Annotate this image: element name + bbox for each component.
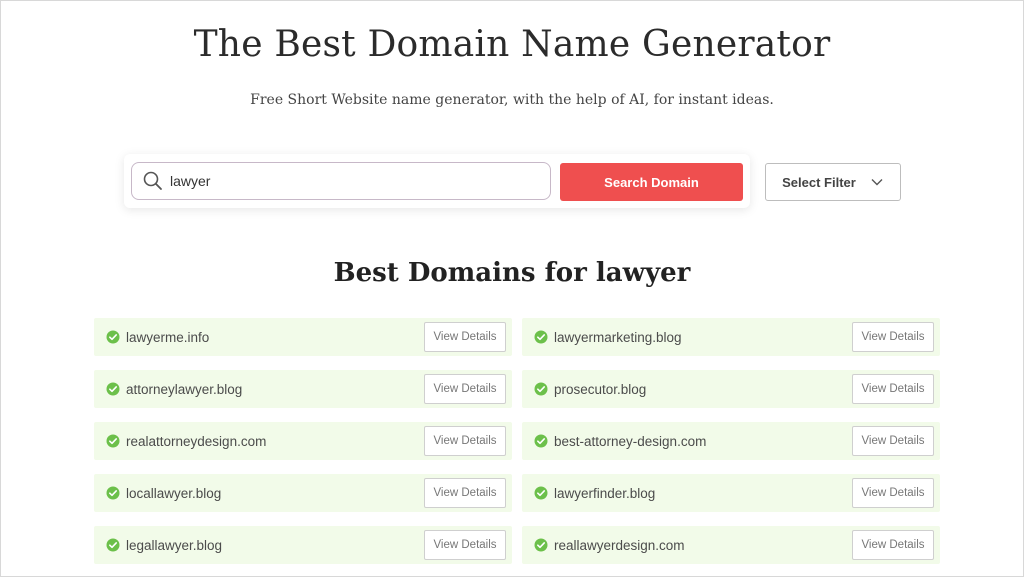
domain-name[interactable]: locallawyer.blog: [126, 486, 424, 501]
check-circle-icon: [106, 538, 120, 552]
check-circle-icon: [534, 382, 548, 396]
view-details-button[interactable]: View Details: [852, 322, 934, 352]
check-circle-icon: [534, 538, 548, 552]
domain-name[interactable]: lawyermarketing.blog: [554, 330, 852, 345]
domain-result-row: locallawyer.blog View Details: [94, 474, 512, 512]
domain-result-row: lawyerfinder.blog View Details: [522, 474, 940, 512]
check-circle-icon: [106, 486, 120, 500]
search-input[interactable]: [170, 173, 530, 189]
page-subtitle: Free Short Website name generator, with …: [250, 92, 774, 108]
chevron-down-icon: [871, 179, 883, 186]
search-icon: [143, 171, 162, 190]
results-heading: Best Domains for lawyer: [0, 258, 1024, 288]
domain-result-row: reallawyerdesign.com View Details: [522, 526, 940, 564]
search-card: Search Domain: [124, 154, 750, 208]
domain-result-row: lawyermarketing.blog View Details: [522, 318, 940, 356]
domain-name[interactable]: realattorneydesign.com: [126, 434, 424, 449]
select-filter-label: Select Filter: [782, 174, 856, 190]
domain-name[interactable]: lawyerme.info: [126, 330, 424, 345]
view-details-button[interactable]: View Details: [852, 426, 934, 456]
check-circle-icon: [106, 382, 120, 396]
results-heading-prefix: Best Domains for: [333, 258, 587, 288]
page-title: The Best Domain Name Generator: [193, 24, 831, 65]
view-details-button[interactable]: View Details: [852, 374, 934, 404]
domain-name[interactable]: prosecutor.blog: [554, 382, 852, 397]
domain-name[interactable]: lawyerfinder.blog: [554, 486, 852, 501]
search-box[interactable]: [131, 162, 551, 200]
check-circle-icon: [534, 486, 548, 500]
domain-result-row: best-attorney-design.com View Details: [522, 422, 940, 460]
search-domain-button[interactable]: Search Domain: [560, 163, 743, 201]
domain-result-row: lawyerme.info View Details: [94, 318, 512, 356]
check-circle-icon: [534, 330, 548, 344]
view-details-button[interactable]: View Details: [424, 322, 506, 352]
check-circle-icon: [534, 434, 548, 448]
domain-result-row: attorneylawyer.blog View Details: [94, 370, 512, 408]
view-details-button[interactable]: View Details: [424, 374, 506, 404]
domain-result-row: legallawyer.blog View Details: [94, 526, 512, 564]
results-keyword: lawyer: [595, 258, 691, 288]
domain-name[interactable]: legallawyer.blog: [126, 538, 424, 553]
check-circle-icon: [106, 434, 120, 448]
view-details-button[interactable]: View Details: [424, 478, 506, 508]
domain-result-row: realattorneydesign.com View Details: [94, 422, 512, 460]
select-filter-dropdown[interactable]: Select Filter: [765, 163, 901, 201]
view-details-button[interactable]: View Details: [424, 426, 506, 456]
domain-name[interactable]: best-attorney-design.com: [554, 434, 852, 449]
domain-name[interactable]: attorneylawyer.blog: [126, 382, 424, 397]
view-details-button[interactable]: View Details: [852, 530, 934, 560]
domain-name[interactable]: reallawyerdesign.com: [554, 538, 852, 553]
domain-result-row: prosecutor.blog View Details: [522, 370, 940, 408]
check-circle-icon: [106, 330, 120, 344]
view-details-button[interactable]: View Details: [852, 478, 934, 508]
view-details-button[interactable]: View Details: [424, 530, 506, 560]
